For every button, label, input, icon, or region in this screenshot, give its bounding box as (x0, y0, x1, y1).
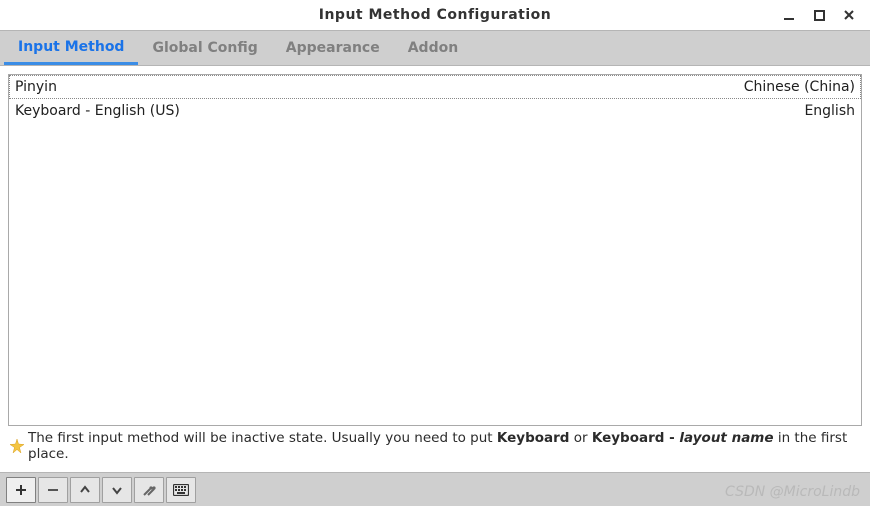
tabbar: Input Method Global Config Appearance Ad… (0, 30, 870, 66)
maximize-button[interactable] (812, 8, 826, 22)
chevron-up-icon (78, 483, 92, 497)
im-name: Keyboard - English (US) (15, 103, 180, 119)
toolbar: CSDN @MicroLindb (0, 472, 870, 506)
tab-input-method[interactable]: Input Method (4, 31, 138, 65)
plus-icon (14, 483, 28, 497)
im-name: Pinyin (15, 79, 57, 95)
window-controls (782, 0, 856, 30)
window-title: Input Method Configuration (8, 7, 862, 23)
chevron-down-icon (110, 483, 124, 497)
watermark: CSDN @MicroLindb (725, 484, 860, 500)
list-item[interactable]: Pinyin Chinese (China) (9, 75, 861, 99)
hint-text: The first input method will be inactive … (8, 426, 862, 464)
tab-label: Appearance (286, 40, 380, 56)
tab-global-config[interactable]: Global Config (138, 31, 271, 65)
tools-icon (142, 483, 156, 497)
keyboard-button[interactable] (166, 477, 196, 503)
tab-appearance[interactable]: Appearance (272, 31, 394, 65)
titlebar: Input Method Configuration (0, 0, 870, 30)
list-item[interactable]: Keyboard - English (US) English (9, 99, 861, 123)
tab-label: Input Method (18, 39, 124, 55)
im-language: English (804, 103, 855, 119)
tab-label: Global Config (152, 40, 257, 56)
im-language: Chinese (China) (744, 79, 855, 95)
star-icon (10, 439, 24, 453)
input-method-list[interactable]: Pinyin Chinese (China) Keyboard - Englis… (8, 74, 862, 426)
move-up-button[interactable] (70, 477, 100, 503)
move-down-button[interactable] (102, 477, 132, 503)
minimize-button[interactable] (782, 8, 796, 22)
window: Input Method Configuration Input Method … (0, 0, 870, 506)
tab-label: Addon (408, 40, 458, 56)
tab-addon[interactable]: Addon (394, 31, 472, 65)
configure-button[interactable] (134, 477, 164, 503)
content-area: Pinyin Chinese (China) Keyboard - Englis… (0, 66, 870, 472)
minus-icon (46, 483, 60, 497)
add-button[interactable] (6, 477, 36, 503)
keyboard-icon (173, 484, 189, 496)
close-button[interactable] (842, 8, 856, 22)
remove-button[interactable] (38, 477, 68, 503)
